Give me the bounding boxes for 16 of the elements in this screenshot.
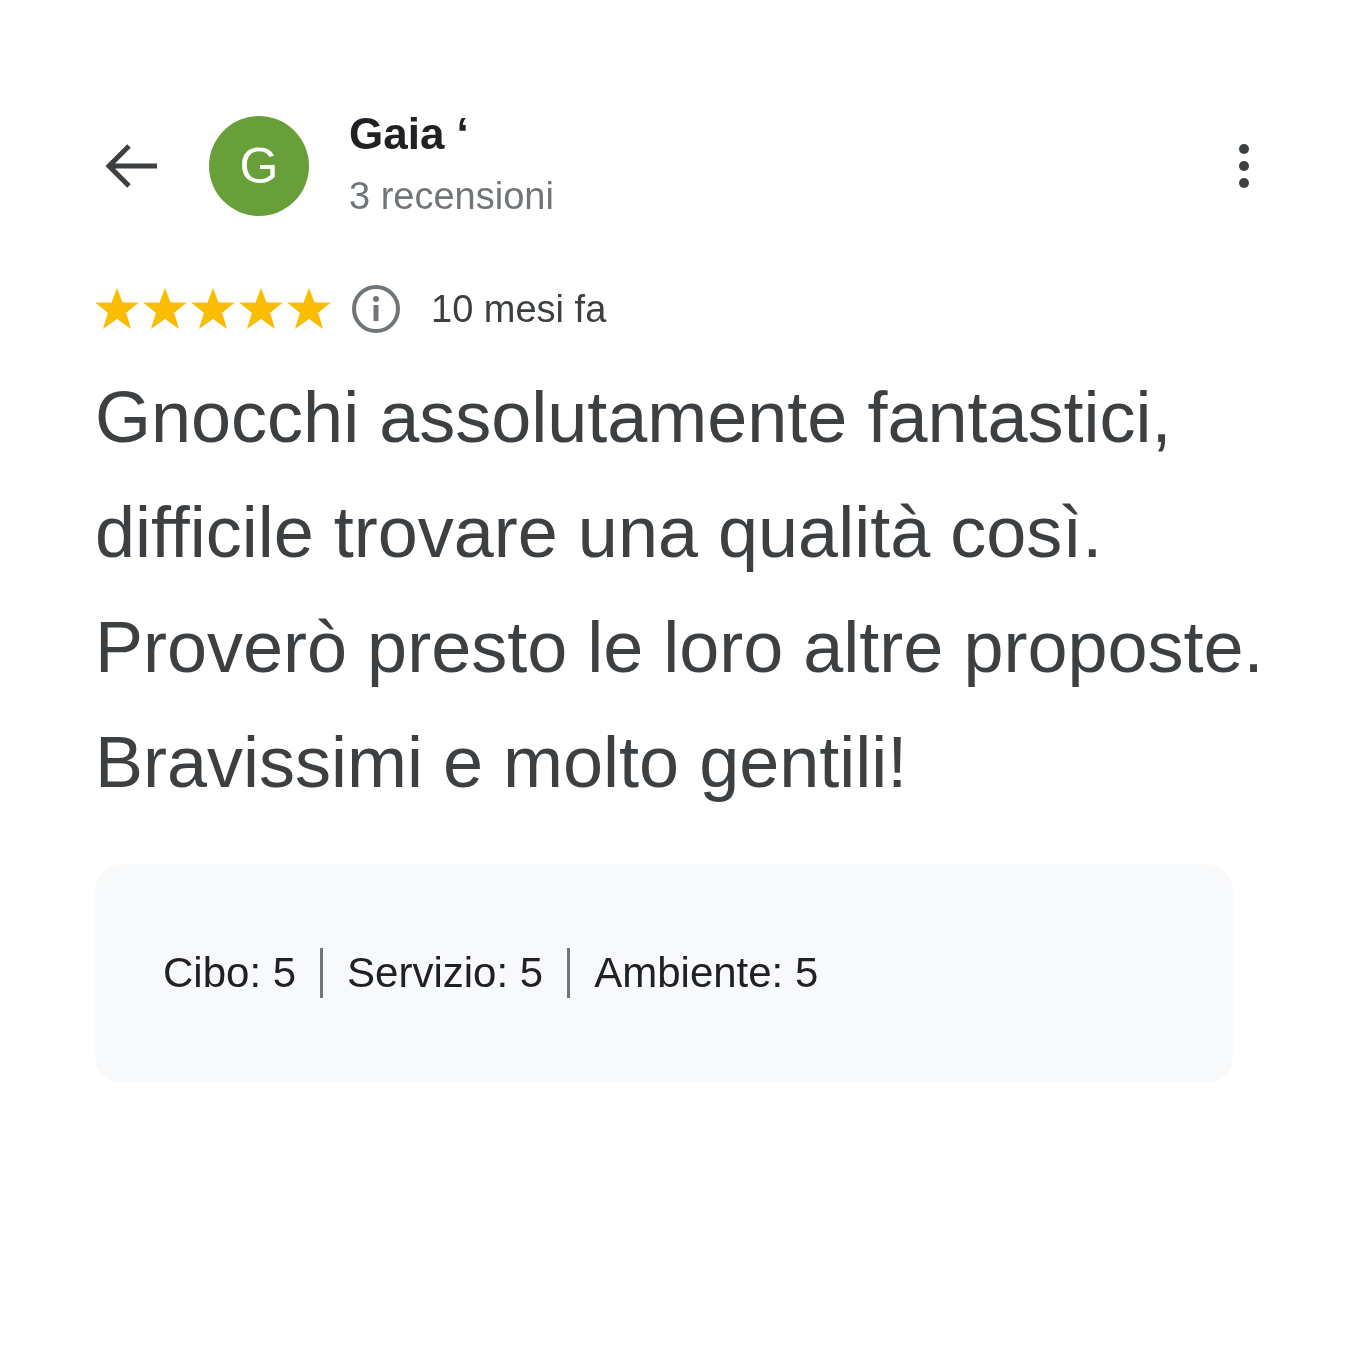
reviewer-name: Gaia ‘ (349, 108, 470, 160)
star-icon (95, 288, 139, 330)
review-count: 3 recensioni (349, 174, 555, 219)
back-icon[interactable] (105, 143, 159, 189)
rating-item: Servizio: 5 (347, 949, 544, 997)
review-text: Gnocchi assolutamente fantastici, difficile trovare una qualità così. Proverò presto le loro altre proposte. Bravissimi e molto gentili! (95, 376, 1265, 804)
star-icon (143, 288, 187, 330)
more-options-icon[interactable] (1238, 143, 1250, 189)
review-date: 10 mesi fa (431, 287, 607, 331)
rating-item: Cibo: 5 (163, 949, 297, 997)
star-icon (287, 288, 331, 330)
star-icon (239, 288, 283, 330)
info-icon[interactable] (351, 284, 401, 334)
avatar: G (209, 116, 309, 216)
star-icon (191, 288, 235, 330)
rating-item: Ambiente: 5 (594, 949, 819, 997)
